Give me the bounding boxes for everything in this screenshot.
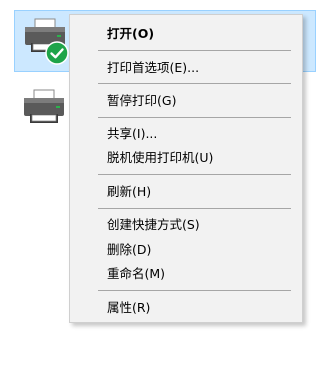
menu-item-label: 重命名(M) [107, 266, 166, 281]
menu-item-open[interactable]: 打开(O) [70, 23, 302, 45]
menu-item-label: 刷新(H) [107, 184, 152, 199]
menu-separator [98, 290, 291, 291]
menu-item-label: 删除(D) [107, 242, 152, 257]
context-menu: 打开(O) 打印首选项(E)... 暂停打印(G) 共享(I)... 脱机使用打… [69, 14, 303, 323]
menu-item-label: 属性(R) [107, 300, 151, 315]
menu-separator [98, 117, 291, 118]
menu-item-delete[interactable]: 删除(D) [70, 239, 302, 261]
menu-separator [98, 83, 291, 84]
menu-item-use-printer-offline[interactable]: 脱机使用打印机(U) [70, 147, 302, 169]
menu-item-label: 打开(O) [107, 26, 155, 41]
menu-item-printing-preferences[interactable]: 打印首选项(E)... [70, 57, 302, 79]
menu-item-label: 创建快捷方式(S) [107, 217, 200, 232]
menu-item-label: 共享(I)... [107, 126, 158, 141]
menu-item-share[interactable]: 共享(I)... [70, 123, 302, 145]
menu-separator [98, 208, 291, 209]
menu-item-create-shortcut[interactable]: 创建快捷方式(S) [70, 214, 302, 236]
menu-item-pause-printing[interactable]: 暂停打印(G) [70, 90, 302, 112]
default-printer-check-icon [45, 41, 69, 65]
menu-item-refresh[interactable]: 刷新(H) [70, 181, 302, 203]
menu-item-properties[interactable]: 属性(R) [70, 297, 302, 319]
menu-item-label: 脱机使用打印机(U) [107, 150, 214, 165]
menu-separator [98, 174, 291, 175]
menu-separator [98, 50, 291, 51]
menu-item-rename[interactable]: 重命名(M) [70, 263, 302, 285]
printer-icon [24, 89, 64, 123]
menu-item-label: 打印首选项(E)... [107, 60, 200, 75]
menu-item-label: 暂停打印(G) [107, 93, 177, 108]
